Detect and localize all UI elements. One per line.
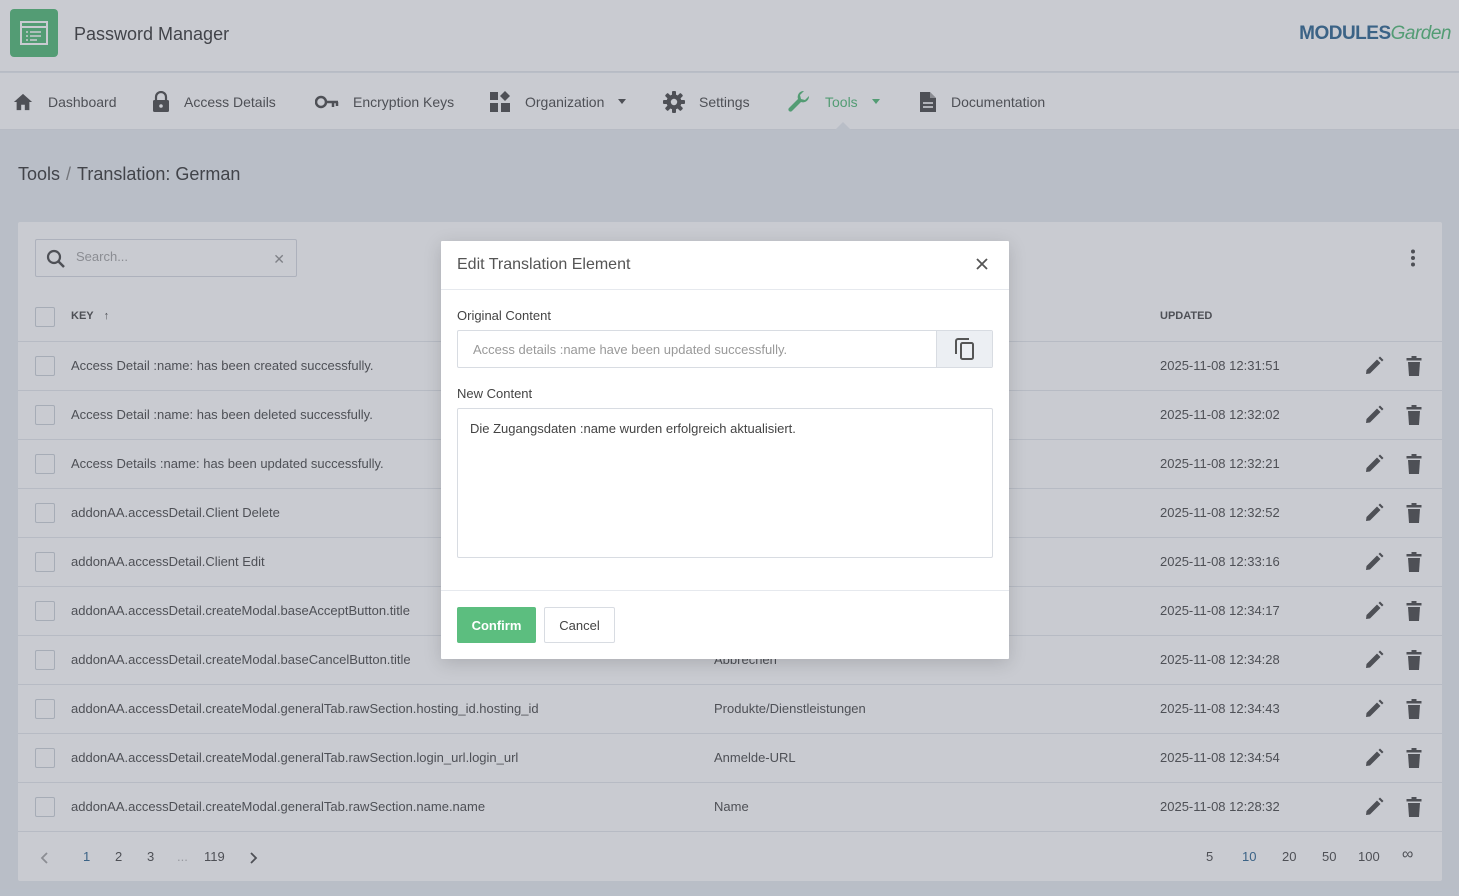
cancel-button[interactable]: Cancel: [544, 607, 615, 643]
confirm-button[interactable]: Confirm: [457, 607, 536, 643]
close-icon[interactable]: [975, 257, 989, 271]
copy-button[interactable]: [936, 331, 992, 367]
new-content-label: New Content: [457, 386, 533, 401]
modal-header: Edit Translation Element: [441, 241, 1009, 290]
new-content-textarea[interactable]: [457, 408, 993, 558]
edit-translation-modal: Edit Translation Element Original Conten…: [441, 241, 1009, 659]
copy-icon: [954, 338, 974, 360]
modal-footer: Confirm Cancel: [441, 590, 1009, 659]
modal-title: Edit Translation Element: [457, 256, 631, 273]
original-content-field: Access details :name have been updated s…: [457, 330, 993, 368]
original-content-value: Access details :name have been updated s…: [473, 342, 788, 357]
original-content-label: Original Content: [457, 308, 551, 323]
